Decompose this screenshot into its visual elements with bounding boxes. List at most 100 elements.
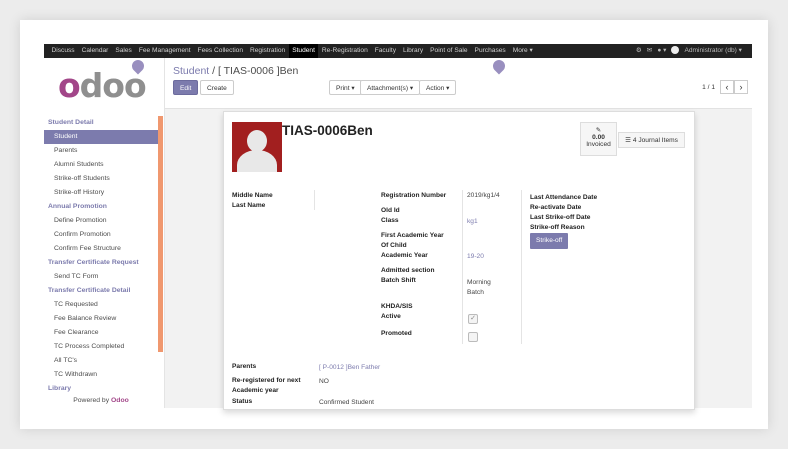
record-title: TIAS-0006Ben xyxy=(282,123,373,138)
first-academic-year-label: First Academic Year xyxy=(381,232,444,239)
active-label: Active xyxy=(381,313,401,320)
sidebar-section-header: Annual Promotion xyxy=(48,203,107,210)
attachments-dropdown[interactable]: Attachment(s) ▾ xyxy=(360,80,421,95)
menu-item-calendar[interactable]: Calendar xyxy=(78,44,112,58)
first-academic-year-label-2: Of Child xyxy=(381,242,407,249)
edit-button[interactable]: Edit xyxy=(173,80,199,95)
top-menu-bar: Discuss Calendar Sales Fee Management Fees C… xyxy=(44,44,752,58)
registration-number-label: Registration Number xyxy=(381,192,447,199)
menu-item-more[interactable]: More ▾ xyxy=(509,44,536,58)
status-value: Confirmed Student xyxy=(319,399,374,406)
journal-items-stat-button[interactable]: ☰ 4 Journal Items xyxy=(618,132,685,148)
registration-number-value: 2019/kg1/4 xyxy=(467,192,500,199)
field-divider xyxy=(462,190,463,344)
control-panel: Student / [ TIAS-0006 ]Ben Edit Create P… xyxy=(165,58,752,109)
user-name: Administrator (db) ▾ xyxy=(684,47,742,54)
academic-year-label: Academic Year xyxy=(381,252,428,259)
menu-item-fees-collection[interactable]: Fees Collection xyxy=(194,44,246,58)
chat-icon[interactable]: ✉ xyxy=(647,44,653,58)
student-photo[interactable] xyxy=(232,122,282,172)
breadcrumb-student-link[interactable]: Student xyxy=(173,65,209,77)
sidebar-item-tc-requested[interactable]: TC Requested xyxy=(44,298,158,312)
sidebar-item-strike-off-history[interactable]: Strike-off History xyxy=(44,186,158,200)
sidebar-item-fee-clearance[interactable]: Fee Clearance xyxy=(44,326,158,340)
menu-item-discuss[interactable]: Discuss xyxy=(48,44,78,58)
class-label: Class xyxy=(381,217,399,224)
menu-item-point-of-sale[interactable]: Point of Sale xyxy=(427,44,471,58)
menu-item-sales[interactable]: Sales xyxy=(112,44,136,58)
strike-off-button[interactable]: Strike-off xyxy=(530,233,569,249)
academic-year-link[interactable]: 19-20 xyxy=(467,253,484,260)
invoiced-label: Invoiced xyxy=(586,141,611,148)
menu-item-faculty[interactable]: Faculty xyxy=(371,44,399,58)
sidebar-item-student[interactable]: Student xyxy=(44,130,158,144)
class-link[interactable]: kg1 xyxy=(467,218,478,225)
odoo-logo[interactable]: odoo xyxy=(58,66,147,105)
menu-item-library[interactable]: Library xyxy=(400,44,427,58)
menu-item-fee-management[interactable]: Fee Management xyxy=(135,44,194,58)
gear-icon[interactable]: ● ▾ xyxy=(657,44,666,58)
sidebar-section-header: Transfer Certificate Detail xyxy=(48,287,131,294)
sidebar-item-all-tc-s[interactable]: All TC's xyxy=(44,354,158,368)
main-menu: Discuss Calendar Sales Fee Management Fees C… xyxy=(44,44,536,58)
breadcrumb-current: [ TIAS-0006 ]Ben xyxy=(217,65,299,77)
promoted-label: Promoted xyxy=(381,330,412,337)
sidebar-item-strike-off-students[interactable]: Strike-off Students xyxy=(44,172,158,186)
sidebar-item-confirm-fee-structure[interactable]: Confirm Fee Structure xyxy=(44,242,158,256)
sidebar-item-confirm-promotion[interactable]: Confirm Promotion xyxy=(44,228,158,242)
sidebar-item-send-tc-form[interactable]: Send TC Form xyxy=(44,270,158,284)
sidebar-section-header: Library xyxy=(48,385,72,392)
edit-icon: ✎ xyxy=(595,127,602,134)
menu-item-student[interactable]: Student xyxy=(288,44,319,58)
person-body-shape xyxy=(237,150,277,172)
last-strike-off-date-label: Last Strike-off Date xyxy=(530,214,591,221)
pager-next-button[interactable]: › xyxy=(734,80,748,94)
reregistered-value: NO xyxy=(319,378,329,385)
sidebar-scroll-strip xyxy=(158,116,163,352)
old-id-label: Old Id xyxy=(381,207,400,214)
sidebar-nav: Student Detail Student Parents Alumni Stude… xyxy=(44,116,158,396)
breadcrumb-separator: / xyxy=(212,65,216,77)
promoted-checkbox[interactable] xyxy=(468,332,478,342)
parents-label: Parents xyxy=(232,363,257,370)
powered-by[interactable]: Powered by Odoo xyxy=(44,397,158,404)
print-dropdown[interactable]: Print ▾ xyxy=(329,80,362,95)
sidebar-item-tc-withdrawn[interactable]: TC Withdrawn xyxy=(44,368,158,382)
last-name-label: Last Name xyxy=(232,202,266,209)
person-icon xyxy=(247,130,267,152)
reregistered-label-2: Academic year xyxy=(232,387,279,394)
menu-item-registration[interactable]: Registration xyxy=(247,44,289,58)
khda-sis-label: KHDA/SIS xyxy=(381,303,413,310)
pager-value: 1 / 1 xyxy=(702,83,715,91)
active-checkbox[interactable]: ✓ xyxy=(468,314,478,324)
field-divider xyxy=(314,190,315,210)
sidebar: odoo Student Detail Student Parents Alumni … xyxy=(44,58,165,408)
menu-item-re-registration[interactable]: Re-Registration xyxy=(318,44,371,58)
last-attendance-date-label: Last Attendance Date xyxy=(530,194,598,201)
batch-shift-value-2: Batch xyxy=(467,289,484,296)
sidebar-item-fee-balance-review[interactable]: Fee Balance Review xyxy=(44,312,158,326)
menu-item-purchases[interactable]: Purchases xyxy=(471,44,509,58)
strike-off-reason-label: Strike-off Reason xyxy=(530,224,585,231)
reregistered-label: Re-registered for next xyxy=(232,377,301,384)
top-right-systray: ⚙ ✉ ● ▾ Administrator (db) ▾ xyxy=(636,44,752,58)
sidebar-item-alumni-students[interactable]: Alumni Students xyxy=(44,158,158,172)
action-dropdown[interactable]: Action ▾ xyxy=(419,80,457,95)
sidebar-item-parents[interactable]: Parents xyxy=(44,144,158,158)
reactivate-date-label: Re-activate Date xyxy=(530,204,582,211)
user-menu[interactable]: Administrator (db) ▾ xyxy=(671,44,747,58)
field-divider xyxy=(521,190,522,344)
pager-previous-button[interactable]: ‹ xyxy=(720,80,734,94)
bug-icon[interactable]: ⚙ xyxy=(636,44,642,58)
list-icon: ☰ xyxy=(625,137,631,144)
breadcrumb: Student / [ TIAS-0006 ]Ben xyxy=(173,65,298,77)
create-button[interactable]: Create xyxy=(200,80,234,95)
sidebar-item-define-promotion[interactable]: Define Promotion xyxy=(44,214,158,228)
invoiced-stat-button[interactable]: ✎ 0.00 Invoiced xyxy=(580,122,617,156)
form-sheet: TIAS-0006Ben ✎ 0.00 Invoiced ☰ 4 Journal… xyxy=(223,111,695,410)
parents-link[interactable]: [ P-0012 ]Ben Father xyxy=(319,364,380,371)
status-label: Status xyxy=(232,398,253,405)
powered-by-text: Powered by xyxy=(73,397,110,404)
sidebar-section-header: Student Detail xyxy=(48,119,94,126)
sidebar-item-tc-process-completed[interactable]: TC Process Completed xyxy=(44,340,158,354)
